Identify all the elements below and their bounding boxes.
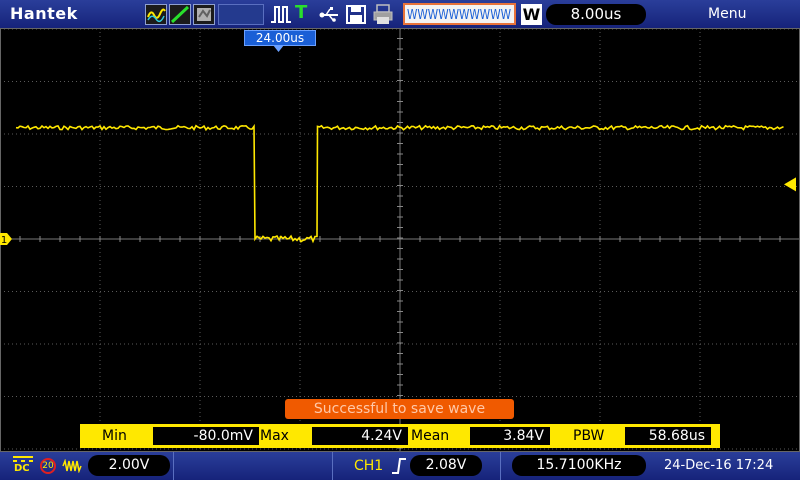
separator <box>332 452 333 480</box>
trigger-level-marker <box>784 177 796 192</box>
bottom-status-bar: DC 20 2.00V CH1 2.08V 15.7100KHz 24-Dec-… <box>0 452 800 480</box>
save-success-toast: Successful to save wave <box>285 399 514 419</box>
timebase-readout[interactable]: 8.00us <box>546 4 646 25</box>
trigger-source-label[interactable]: CH1 <box>354 458 383 474</box>
vector-display-icon[interactable] <box>169 4 191 25</box>
trigger-t-icon[interactable]: T <box>295 2 313 23</box>
memory-depth-box[interactable] <box>218 4 264 25</box>
min-value: -80.0mV <box>153 427 259 445</box>
markers-group: 1 <box>0 45 796 246</box>
pbw-label: PBW <box>573 428 605 444</box>
save-icon[interactable] <box>345 4 367 25</box>
max-value: 4.24V <box>312 427 408 445</box>
persistence-icon[interactable] <box>193 4 215 25</box>
trigger-position-pointer <box>273 45 284 52</box>
acquisition-waveform-display: WWWWWWWWWW <box>403 3 516 25</box>
ch1-ground-marker: 1 <box>0 233 12 246</box>
mean-label: Mean <box>411 428 450 444</box>
trigger-level-readout[interactable]: 2.08V <box>410 455 482 476</box>
scope-graticule: 1 <box>0 28 800 452</box>
trigger-pulse-icon[interactable] <box>270 4 292 25</box>
ch1-vertical-scale[interactable]: 2.00V <box>88 455 170 476</box>
separator <box>173 452 174 480</box>
max-label: Max <box>260 428 289 444</box>
grid-lines <box>0 28 800 452</box>
mean-value: 3.84V <box>470 427 550 445</box>
rising-edge-icon[interactable] <box>391 457 407 475</box>
min-label: Min <box>102 428 127 444</box>
trigger-position-label: 24.00us <box>244 30 316 46</box>
separator <box>500 452 501 480</box>
acquisition-wave-text: WWWWWWWWWW <box>407 8 511 23</box>
waveform-color-icon[interactable] <box>145 4 167 25</box>
usb-icon <box>318 4 340 25</box>
brand-logo: Hantek <box>10 4 78 23</box>
coupling-lines-icon <box>13 456 33 462</box>
frequency-readout: 15.7100KHz <box>512 455 646 476</box>
menu-button[interactable]: Menu <box>708 6 746 22</box>
print-icon[interactable] <box>372 4 394 25</box>
timebase-mode-badge[interactable]: W <box>521 4 542 25</box>
bandwidth-limit-icon[interactable]: 20 <box>40 458 56 474</box>
ch1-marker-label: 1 <box>1 235 7 246</box>
top-bar: Hantek T WWWWWWWWWW W 8.00us Menu <box>0 0 800 28</box>
coupling-dc-icon[interactable]: DC <box>14 463 30 474</box>
pbw-value: 58.68us <box>625 427 711 445</box>
datetime: 24-Dec-16 17:24 <box>664 458 774 473</box>
probe-icon[interactable] <box>62 459 82 473</box>
measurement-bar: Min -80.0mV Max 4.24V Mean 3.84V PBW 58.… <box>80 424 720 448</box>
